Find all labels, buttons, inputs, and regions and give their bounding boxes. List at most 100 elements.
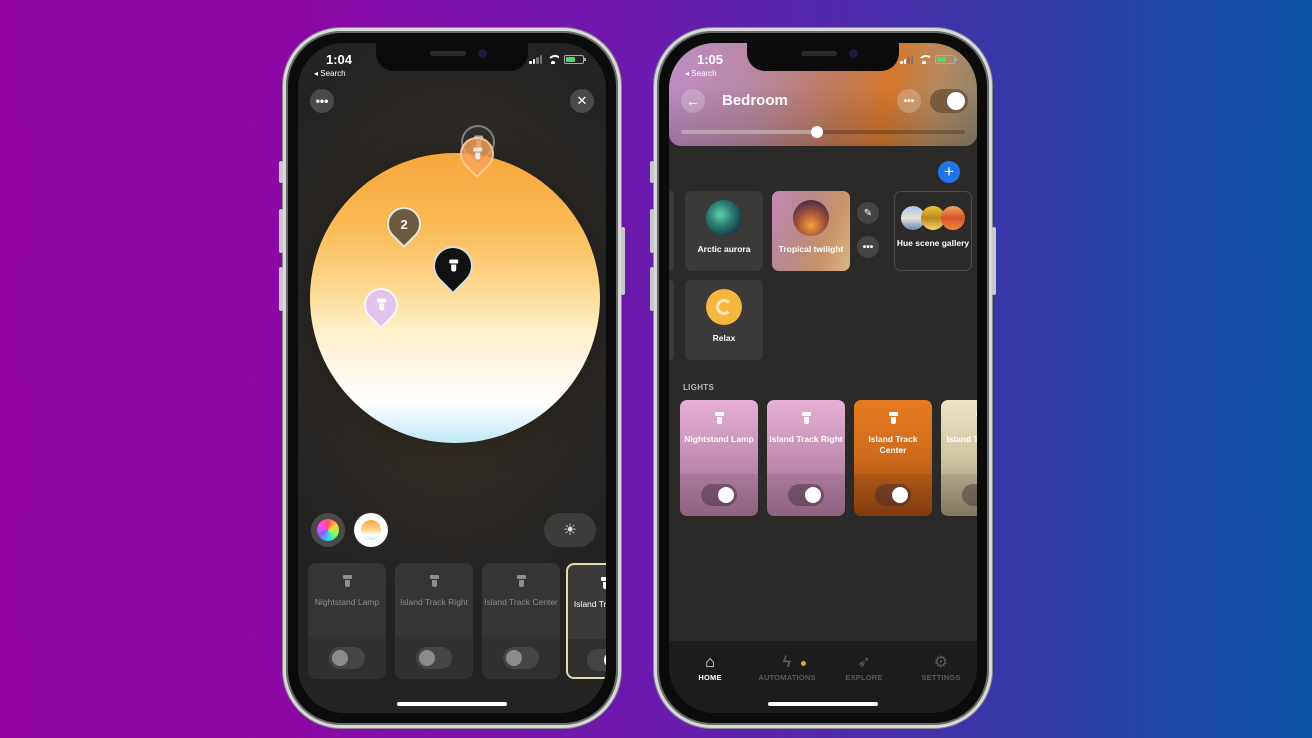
scene-carousel-edge [669, 191, 674, 271]
scene-tropical-twilight[interactable]: Tropical twilight [772, 191, 850, 271]
sun-icon: ☀ [562, 522, 578, 539]
home-indicator[interactable] [397, 702, 507, 706]
relax-icon [716, 299, 732, 315]
light-name: Nightstand Lamp [314, 597, 380, 607]
color-temperature-wheel[interactable] [310, 153, 600, 443]
room-brightness-slider[interactable] [681, 126, 965, 138]
bulb-icon [600, 577, 606, 590]
rocket-icon: ➶ [857, 654, 871, 671]
power-button [621, 227, 625, 295]
light-name: Nightstand Lamp [684, 434, 754, 444]
status-time: 1:05 [697, 52, 724, 67]
light-card-island-track-left[interactable]: Island Track Left [941, 400, 977, 516]
bulb-icon [449, 260, 458, 273]
light-name: Island Track Right [769, 434, 843, 444]
wifi-icon [918, 55, 930, 64]
scene-arctic-aurora[interactable]: Arctic aurora [685, 191, 763, 271]
back-button[interactable]: ← [681, 89, 705, 113]
bulb-icon [516, 575, 526, 588]
scene-name: Hue scene gallery [896, 238, 970, 248]
tab-label: EXPLORE [845, 673, 883, 682]
scene-more-button[interactable]: ••• [857, 236, 879, 258]
light-card-island-track-left[interactable]: Island Track Left [566, 563, 606, 679]
white-ambiance-mode-button[interactable] [354, 513, 388, 547]
room-power-toggle[interactable] [930, 89, 968, 113]
tab-home[interactable]: ⌂ HOME [675, 653, 745, 682]
light-toggle[interactable] [329, 647, 365, 669]
light-name: Island Track Right [399, 597, 469, 607]
bulb-icon [473, 148, 482, 161]
lights-section-label: LIGHTS [683, 383, 715, 392]
right-phone: 1:05 ◂ Search ← Bedroom ••• + Arctic aur… [650, 28, 996, 728]
bulb-icon [429, 575, 439, 588]
left-phone: 1:04 ◂ Search ••• ✕ 2 ☀ Nightstand Lamp [279, 28, 625, 728]
status-time: 1:04 [326, 52, 353, 67]
bulb-icon [377, 299, 386, 312]
scene-name: Arctic aurora [697, 244, 751, 254]
light-toggle[interactable] [875, 484, 911, 506]
tab-settings[interactable]: ⚙ SETTINGS [906, 653, 976, 682]
light-toggle[interactable] [788, 484, 824, 506]
room-title: Bedroom [722, 92, 788, 109]
light-toggle[interactable] [416, 647, 452, 669]
more-options-button[interactable]: ••• [310, 89, 334, 113]
tab-label: HOME [698, 673, 722, 682]
color-mode-button[interactable] [311, 513, 345, 547]
scene-relax[interactable]: Relax [685, 280, 763, 360]
back-to-search-link[interactable]: ◂ Search [685, 69, 717, 78]
volume-up-button [650, 209, 654, 253]
back-to-search-link[interactable]: ◂ Search [314, 69, 346, 78]
light-card-island-track-right[interactable]: Island Track Right [395, 563, 473, 679]
light-card-island-track-center[interactable]: Island Track Center [482, 563, 560, 679]
scene-carousel-edge [669, 280, 674, 360]
light-toggle[interactable] [503, 647, 539, 669]
volume-down-button [650, 267, 654, 311]
scene-thumbnail [793, 200, 829, 236]
gear-icon: ⚙ [933, 654, 949, 671]
light-card-nightstand-lamp[interactable]: Nightstand Lamp [308, 563, 386, 679]
light-card-island-track-right[interactable]: Island Track Right [767, 400, 845, 516]
tab-explore[interactable]: ➶ EXPLORE [829, 653, 899, 682]
cellular-signal-icon [529, 55, 542, 64]
tab-automations[interactable]: ϟ AUTOMATIONS [752, 653, 822, 682]
light-toggle[interactable] [701, 484, 737, 506]
light-toggle[interactable] [962, 484, 977, 506]
power-button [992, 227, 996, 295]
home-icon: ⌂ [705, 654, 715, 671]
bulb-icon [888, 412, 898, 425]
scene-name: Tropical twilight [778, 244, 844, 254]
light-toggle[interactable] [587, 649, 606, 671]
lightning-icon: ϟ [782, 654, 792, 671]
tab-label: AUTOMATIONS [758, 673, 816, 682]
mute-switch [650, 161, 654, 183]
scene-thumbnail [706, 200, 742, 236]
color-wheel-icon [317, 519, 339, 541]
edit-scene-button[interactable]: ✎ [857, 202, 879, 224]
light-name: Island Track Left [573, 599, 606, 609]
scene-name: Relax [712, 333, 736, 343]
light-name: Island Track Center [484, 597, 558, 607]
brightness-button[interactable]: ☀ [544, 513, 596, 547]
notch [376, 43, 528, 71]
wifi-icon [547, 55, 559, 64]
light-card-nightstand-lamp[interactable]: Nightstand Lamp [680, 400, 758, 516]
bulb-icon [801, 412, 811, 425]
light-name: Island Track Center [868, 434, 918, 455]
tab-label: SETTINGS [921, 673, 961, 682]
home-indicator[interactable] [768, 702, 878, 706]
bulb-icon [342, 575, 352, 588]
hue-scene-gallery[interactable]: Hue scene gallery [894, 191, 972, 271]
group-pin-count: 2 [400, 216, 408, 232]
close-button[interactable]: ✕ [570, 89, 594, 113]
pencil-icon: ✎ [863, 207, 873, 219]
bulb-icon [975, 412, 977, 425]
light-card-island-track-center[interactable]: Island Track Center [854, 400, 932, 516]
add-scene-button[interactable]: + [938, 161, 960, 183]
arrow-left-icon: ← [686, 93, 700, 109]
bulb-icon [714, 412, 724, 425]
notch [747, 43, 899, 71]
brightness-fill [681, 130, 818, 134]
room-more-button[interactable]: ••• [897, 89, 921, 113]
scene-thumbnail [706, 289, 742, 325]
battery-icon [564, 55, 586, 64]
